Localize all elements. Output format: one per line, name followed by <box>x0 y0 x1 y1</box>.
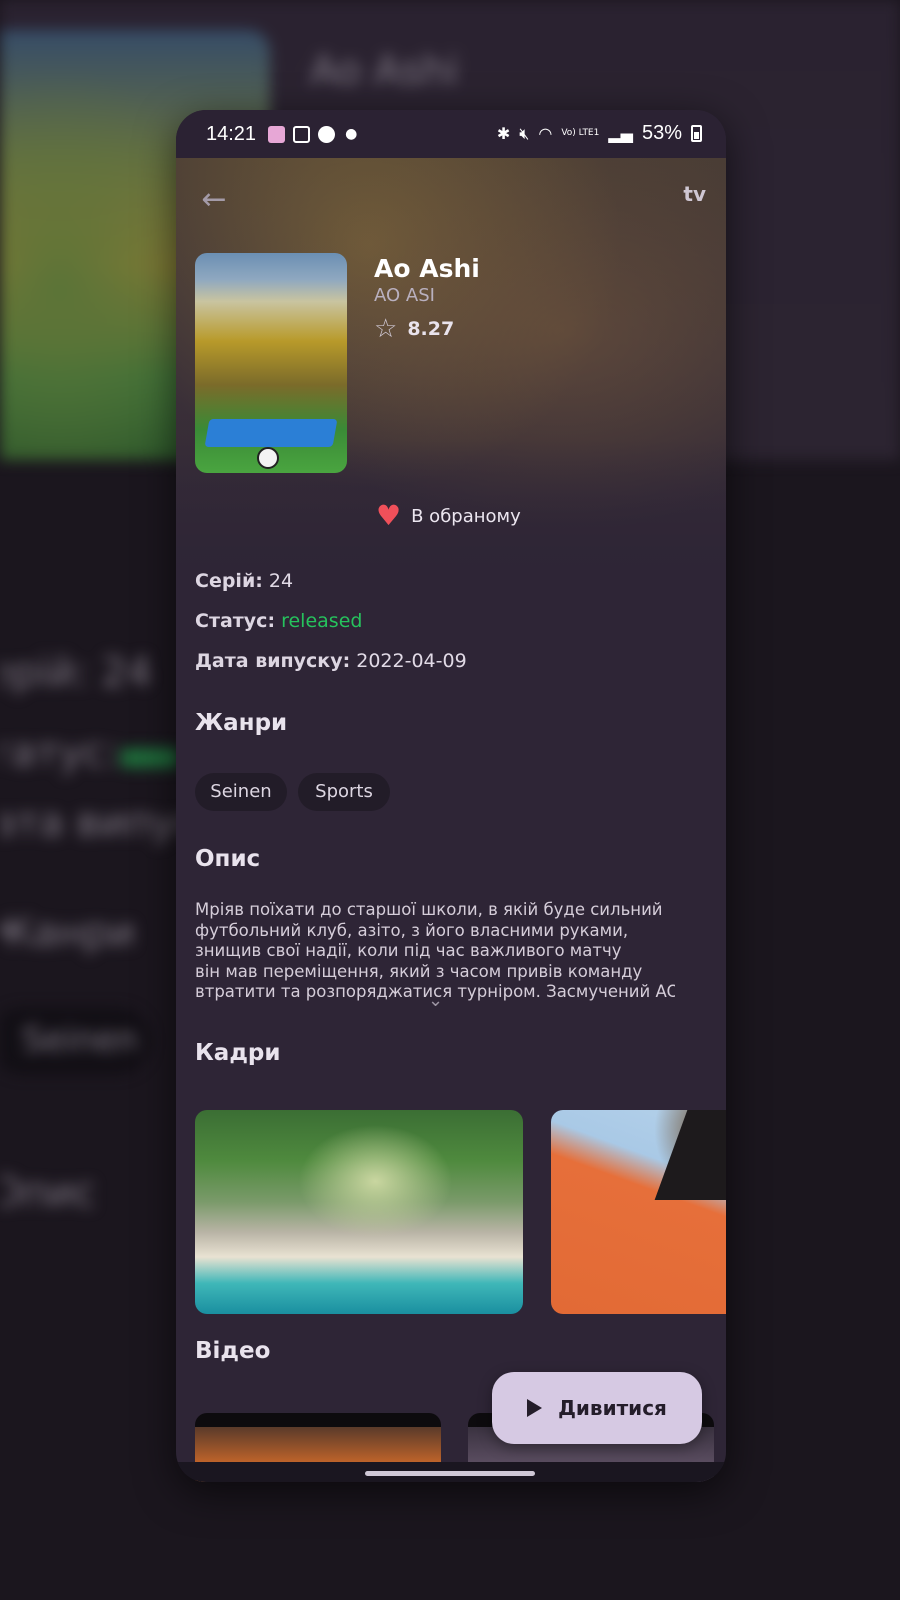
poster-logo <box>204 419 338 447</box>
status-time: 14:21 <box>206 122 257 145</box>
anime-subtitle: AO ASI <box>374 285 435 306</box>
back-button[interactable]: ← <box>196 182 232 218</box>
battery-percent: 53% <box>641 122 682 144</box>
frame-thumbnail[interactable] <box>195 1110 523 1314</box>
frame-thumbnail[interactable] <box>551 1110 726 1314</box>
anime-title: Ao Ashi <box>374 254 480 283</box>
heart-icon: ♥ <box>376 499 402 532</box>
info-release: Дата випуску: 2022-04-09 <box>195 650 467 672</box>
description-text: Мріяв поїхати до старшої школи, в якій б… <box>195 900 675 1003</box>
bg-row-status: Статус: <box>0 730 119 776</box>
genre-chip-sports[interactable]: Sports <box>298 773 390 811</box>
gallery-icon <box>293 125 311 143</box>
play-icon <box>527 1399 543 1417</box>
poster-ball <box>257 447 279 469</box>
description-title: Опис <box>195 846 261 872</box>
battery-icon <box>691 125 702 142</box>
status-bar: 14:21 ● ✱ 🔇︎ ◠ Vo) LTE1 ▂▄ 53% <box>176 110 726 158</box>
genre-chip-seinen[interactable]: Seinen <box>195 773 287 811</box>
bg-chip-label: Seinen <box>22 1020 138 1060</box>
bg-row-episodes: Серій: 24 <box>0 650 153 696</box>
episodes-key: Серій: <box>195 570 263 592</box>
frames-title: Кадри <box>195 1040 281 1066</box>
home-handle[interactable] <box>365 1471 535 1476</box>
frame-detail <box>654 1110 726 1200</box>
bg-title: Ao Ashi <box>310 48 459 94</box>
signal-icon: ▂▄ <box>608 124 633 143</box>
bluetooth-icon: ✱ <box>496 124 511 143</box>
info-episodes: Серій: 24 <box>195 570 293 592</box>
bg-genres-title: Жанри <box>0 910 136 956</box>
app-window[interactable]: 14:21 ● ✱ 🔇︎ ◠ Vo) LTE1 ▂▄ 53% ← tv Ao A… <box>176 110 726 1482</box>
bg-row-release: Дата випус <box>0 800 198 846</box>
description-line: Мріяв поїхати до старшої школи, в якій б… <box>195 900 663 919</box>
network-label: Vo) LTE1 <box>561 128 600 138</box>
description-line: футбольний клуб, азіто, з його власними … <box>195 920 629 940</box>
favorite-label: В обраному <box>411 505 521 527</box>
anime-poster <box>195 253 347 473</box>
status-value: released <box>281 610 363 632</box>
chat-icon <box>318 125 336 143</box>
chevron-down-icon: ⌄ <box>428 990 444 1011</box>
description-line: він мав переміщення, який з часом привів… <box>195 961 643 981</box>
watch-button[interactable]: Дивитися <box>492 1372 702 1444</box>
expand-description-button[interactable]: ⌄ <box>428 990 443 1011</box>
status-key: Статус: <box>195 610 276 632</box>
info-status: Статус: released <box>195 610 362 632</box>
status-indicators: ✱ 🔇︎ ◠ Vo) LTE1 ▂▄ 53% <box>497 122 702 145</box>
description-line: знищив свої надії, коли під час важливог… <box>195 941 622 961</box>
bg-status-value <box>120 748 180 768</box>
release-value: 2022-04-09 <box>356 650 467 672</box>
favorite-button[interactable]: ♥ В обраному <box>376 502 521 530</box>
mute-icon: 🔇︎ <box>519 123 530 143</box>
more-notifications-icon: ● <box>345 126 358 142</box>
watch-label: Дивитися <box>558 1396 667 1420</box>
rating: ☆ 8.27 <box>374 316 454 342</box>
tv-button[interactable]: tv <box>683 182 706 206</box>
episodes-value: 24 <box>268 570 294 592</box>
bg-desc-title: Опис <box>0 1170 96 1216</box>
wifi-icon: ◠ <box>538 124 553 143</box>
rating-value: 8.27 <box>407 318 455 340</box>
genres-title: Жанри <box>195 710 288 736</box>
app-notification-icon <box>268 125 286 143</box>
arrow-left-icon: ← <box>201 182 227 217</box>
videos-title: Відео <box>195 1338 271 1364</box>
star-icon: ☆ <box>374 314 398 344</box>
release-key: Дата випуску: <box>195 650 351 672</box>
